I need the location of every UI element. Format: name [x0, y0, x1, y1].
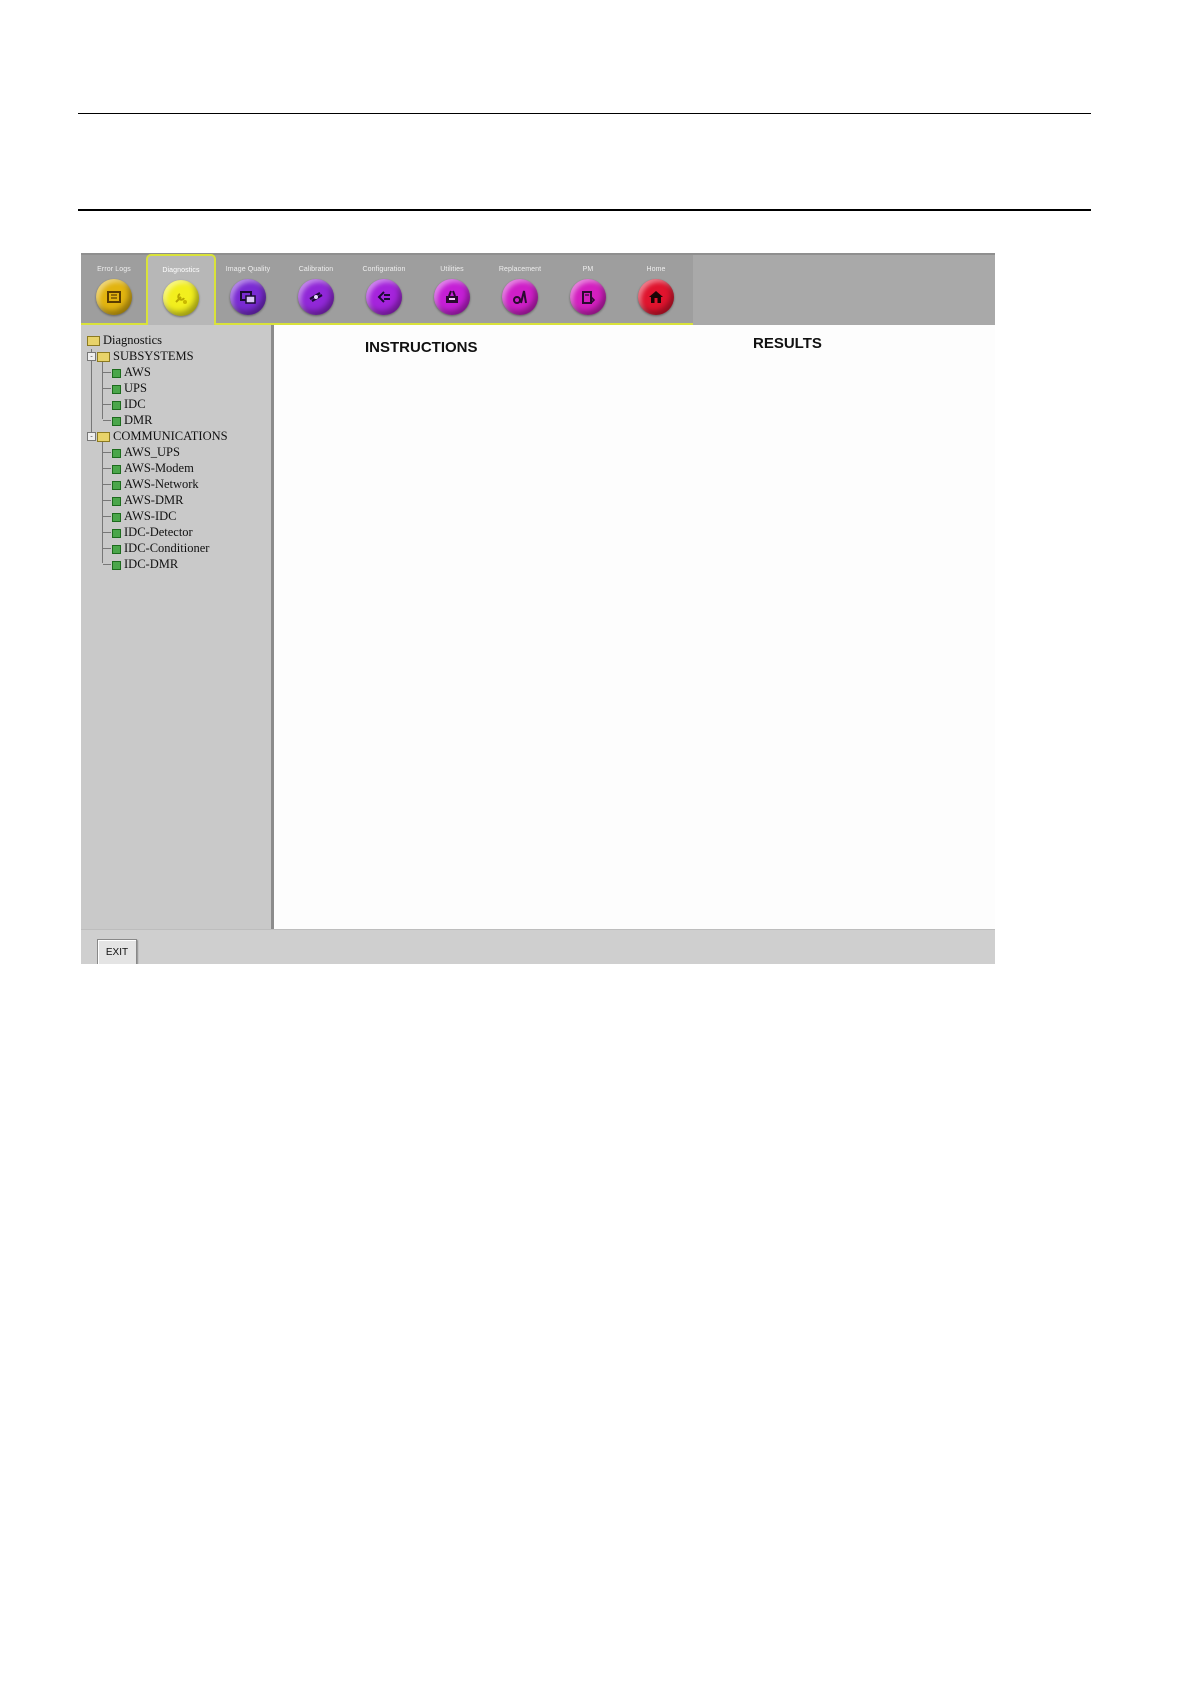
error-logs-icon[interactable]: [96, 279, 132, 315]
tree-item-idc-detector[interactable]: IDC-Detector: [103, 524, 263, 540]
tree-item-dmr[interactable]: DMR: [103, 412, 263, 428]
tree-node-label: UPS: [124, 381, 147, 395]
folder-icon: [97, 432, 110, 442]
tab-diagnostics[interactable]: Diagnostics: [146, 254, 216, 326]
test-item-icon: [112, 465, 121, 474]
toolbar-tab-strip: Error Logs Diagnostics Image Quality Cal…: [81, 254, 693, 326]
test-item-icon: [112, 513, 121, 522]
tree-node-label: IDC-DMR: [124, 557, 179, 571]
tree-group-subsystems[interactable]: - SUBSYSTEMS: [87, 348, 267, 364]
pm-icon[interactable]: [570, 279, 606, 315]
tree-connector: [103, 404, 111, 405]
configuration-icon[interactable]: [366, 279, 402, 315]
tab-label: Image Quality: [225, 266, 271, 273]
tab-error-logs[interactable]: Error Logs: [81, 255, 147, 323]
tree-item-aws-idc[interactable]: AWS-IDC: [103, 508, 263, 524]
tab-replacement[interactable]: Replacement: [487, 255, 553, 323]
tree-item-aws-network[interactable]: AWS-Network: [103, 476, 263, 492]
tab-configuration[interactable]: Configuration: [351, 255, 417, 323]
test-item-icon: [112, 481, 121, 490]
tab-label: Calibration: [298, 266, 334, 273]
test-item-icon: [112, 385, 121, 394]
test-item-icon: [112, 401, 121, 410]
tab-label: Configuration: [362, 266, 406, 273]
test-item-icon: [112, 545, 121, 554]
tab-label: PM: [582, 266, 594, 273]
test-item-icon: [112, 369, 121, 378]
tree-group-communications[interactable]: - COMMUNICATIONS: [87, 428, 267, 444]
tree-item-idc-conditioner[interactable]: IDC-Conditioner: [103, 540, 263, 556]
tab-image-quality[interactable]: Image Quality: [215, 255, 281, 323]
tab-label: Replacement: [498, 266, 542, 273]
diagnostics-icon[interactable]: [163, 280, 199, 316]
page-top-rule: [78, 113, 1091, 114]
test-item-icon: [112, 561, 121, 570]
tree-connector: [103, 564, 111, 565]
tree-node-label: AWS-DMR: [124, 493, 184, 507]
tree-item-aws-dmr[interactable]: AWS-DMR: [103, 492, 263, 508]
folder-icon: [97, 352, 110, 362]
instructions-heading: INSTRUCTIONS: [365, 339, 478, 356]
utilities-icon[interactable]: [434, 279, 470, 315]
tree-connector: [103, 468, 111, 469]
diagnostics-tree: Diagnostics - SUBSYSTEMS AWS UPS IDC DMR: [81, 325, 274, 929]
tab-calibration[interactable]: Calibration: [283, 255, 349, 323]
calibration-icon[interactable]: [298, 279, 334, 315]
tree-connector: [103, 484, 111, 485]
tree-connector: [103, 516, 111, 517]
tab-utilities[interactable]: Utilities: [419, 255, 485, 323]
tree-connector: [103, 548, 111, 549]
tree-node-label: AWS-IDC: [124, 509, 177, 523]
tree-node-label: AWS: [124, 365, 151, 379]
tree-node-label: AWS-Network: [124, 477, 199, 491]
tree-item-ups[interactable]: UPS: [103, 380, 263, 396]
tab-pm[interactable]: PM: [555, 255, 621, 323]
tree-root-diagnostics[interactable]: Diagnostics: [87, 332, 267, 348]
test-item-icon: [112, 497, 121, 506]
test-item-icon: [112, 529, 121, 538]
tree-node-label: Diagnostics: [103, 333, 163, 347]
exit-button[interactable]: EXIT: [97, 939, 137, 964]
tree-connector: [103, 420, 111, 421]
tree-node-label: IDC-Conditioner: [124, 541, 210, 555]
tree-item-aws-ups[interactable]: AWS_UPS: [103, 444, 263, 460]
diagnostics-screen: Error Logs Diagnostics Image Quality Cal…: [81, 253, 995, 964]
tree-item-aws-modem[interactable]: AWS-Modem: [103, 460, 263, 476]
tree-connector: [103, 452, 111, 453]
tree-connector: [103, 500, 111, 501]
folder-icon: [87, 336, 100, 346]
page-header-rule: [78, 209, 1091, 211]
tree-connector: [103, 372, 111, 373]
tree-item-idc[interactable]: IDC: [103, 396, 263, 412]
tree-item-idc-dmr[interactable]: IDC-DMR: [103, 556, 263, 572]
main-content-panel: INSTRUCTIONS RESULTS: [274, 325, 995, 929]
tree-node-label: COMMUNICATIONS: [113, 429, 228, 443]
expand-toggle-icon[interactable]: -: [87, 352, 96, 361]
tree-node-label: AWS_UPS: [124, 445, 180, 459]
tab-home[interactable]: Home: [623, 255, 689, 323]
tab-label: Diagnostics: [162, 267, 200, 274]
test-item-icon: [112, 449, 121, 458]
image-quality-icon[interactable]: [230, 279, 266, 315]
home-icon[interactable]: [638, 279, 674, 315]
tree-node-label: DMR: [124, 413, 153, 427]
expand-toggle-icon[interactable]: -: [87, 432, 96, 441]
test-item-icon: [112, 417, 121, 426]
tab-label: Utilities: [440, 266, 464, 273]
tree-node-label: SUBSYSTEMS: [113, 349, 194, 363]
toolbar: Error Logs Diagnostics Image Quality Cal…: [81, 253, 995, 327]
results-heading: RESULTS: [753, 335, 822, 352]
footer-bar: EXIT: [81, 929, 995, 964]
tree-connector: [103, 388, 111, 389]
tab-label: Error Logs: [97, 266, 131, 273]
tab-label: Home: [646, 266, 666, 273]
tree-node-label: AWS-Modem: [124, 461, 194, 475]
replacement-icon[interactable]: [502, 279, 538, 315]
tree-node-label: IDC-Detector: [124, 525, 193, 539]
tree-node-label: IDC: [124, 397, 146, 411]
tree-item-aws[interactable]: AWS: [103, 364, 263, 380]
tree-connector: [103, 532, 111, 533]
